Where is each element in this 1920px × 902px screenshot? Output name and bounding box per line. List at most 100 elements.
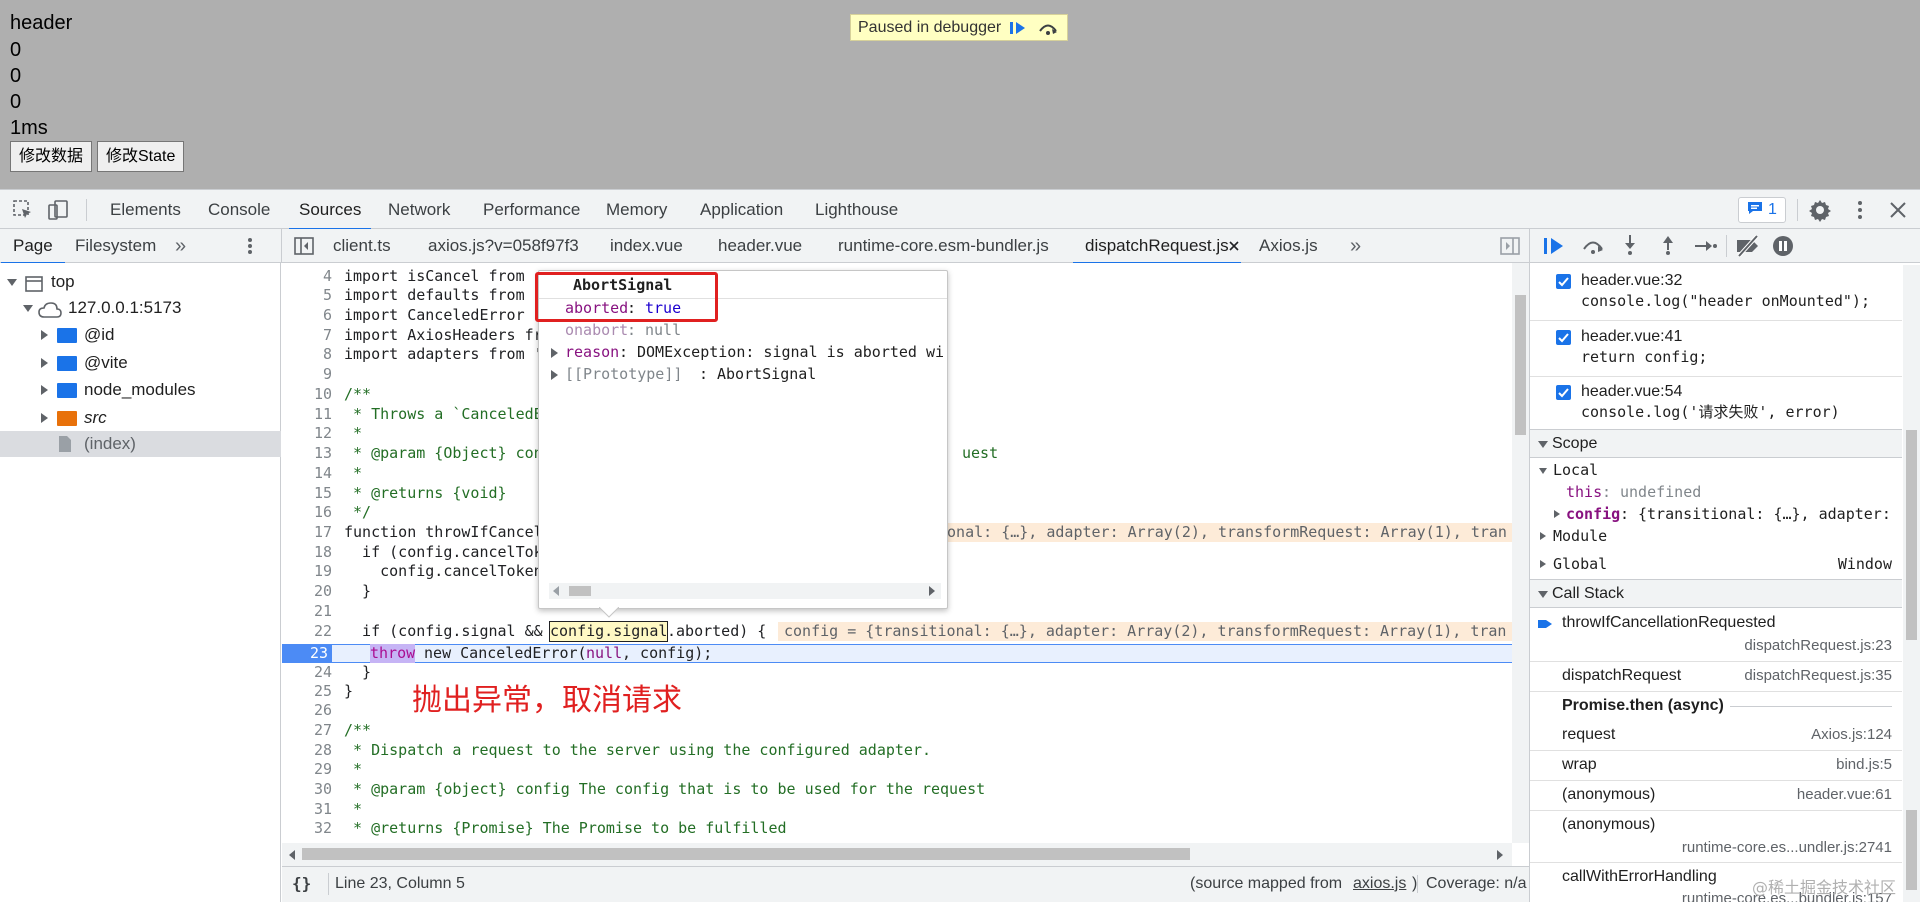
step-over-icon[interactable] xyxy=(1581,236,1605,261)
line-number[interactable]: 7 xyxy=(282,326,332,345)
line-number[interactable]: 16 xyxy=(282,503,332,522)
line-number[interactable]: 4 xyxy=(282,267,332,286)
gear-icon[interactable] xyxy=(1808,198,1832,222)
editor-tab-index-vue[interactable]: index.vue xyxy=(610,229,683,263)
tab-memory[interactable]: Memory xyxy=(606,190,667,229)
nav-tab-page[interactable]: Page xyxy=(1,229,65,264)
line-number[interactable]: 20 xyxy=(282,582,332,601)
scroll-left-icon[interactable] xyxy=(553,586,559,596)
tab-network[interactable]: Network xyxy=(388,190,450,229)
tab-performance[interactable]: Performance xyxy=(483,190,580,229)
line-number[interactable]: 11 xyxy=(282,405,332,424)
editor-tab-header-vue[interactable]: header.vue xyxy=(718,229,802,263)
more-options-icon[interactable] xyxy=(1848,198,1872,222)
line-number[interactable]: 19 xyxy=(282,562,332,581)
issues-counter[interactable]: 1 xyxy=(1738,197,1786,223)
tree-item-file-selected[interactable]: (index) xyxy=(0,431,281,457)
call-frame[interactable]: (anonymous) runtime-core.es...undler.js:… xyxy=(1530,811,1902,863)
line-number[interactable]: 22 xyxy=(282,622,332,641)
line-number[interactable]: 9 xyxy=(282,365,332,384)
line-number[interactable]: 10 xyxy=(282,385,332,404)
call-frame[interactable]: request Axios.js:124 xyxy=(1530,721,1902,751)
scroll-left-icon[interactable] xyxy=(288,850,296,860)
scrollbar-thumb[interactable] xyxy=(1906,810,1917,890)
line-number[interactable]: 28 xyxy=(282,741,332,760)
toggle-debugger-icon[interactable] xyxy=(1500,237,1520,260)
tab-application[interactable]: Application xyxy=(700,190,783,229)
breakpoint-item[interactable]: header.vue:41 return config; xyxy=(1530,321,1902,377)
pretty-print-button[interactable]: {} xyxy=(292,874,311,893)
call-frame[interactable]: dispatchRequest dispatchRequest.js:35 xyxy=(1530,662,1902,692)
close-icon[interactable] xyxy=(1886,198,1910,222)
line-number-breakpoint[interactable]: 23 xyxy=(282,644,332,663)
line-number[interactable]: 27 xyxy=(282,721,332,740)
line-number[interactable]: 29 xyxy=(282,760,332,779)
breakpoint-item[interactable]: header.vue:32 console.log("header onMoun… xyxy=(1530,265,1902,321)
line-number[interactable]: 8 xyxy=(282,345,332,364)
scope-global-row[interactable]: Global Window xyxy=(1530,552,1902,577)
call-frame-active[interactable]: throwIfCancellationRequested dispatchReq… xyxy=(1530,608,1902,662)
line-number[interactable]: 18 xyxy=(282,543,332,562)
step-into-icon[interactable] xyxy=(1620,234,1640,261)
line-number[interactable]: 13 xyxy=(282,444,332,463)
tree-item-folder[interactable]: node_modules xyxy=(0,377,281,403)
prop-key[interactable]: [[Prototype]] xyxy=(565,364,682,385)
editor-tab-axios-js[interactable]: axios.js?v=058f97f3 xyxy=(428,229,579,263)
line-number[interactable]: 25 xyxy=(282,682,332,701)
editor-tab-dispatch-request[interactable]: dispatchRequest.js xyxy=(1073,229,1241,264)
popover-scrollbar[interactable] xyxy=(549,583,941,599)
scroll-right-icon[interactable] xyxy=(929,586,935,596)
line-number[interactable]: 6 xyxy=(282,306,332,325)
resume-icon[interactable] xyxy=(1543,236,1565,261)
breakpoint-checkbox[interactable] xyxy=(1556,330,1571,345)
close-tab-icon[interactable] xyxy=(1227,237,1241,260)
line-number[interactable]: 14 xyxy=(282,464,332,483)
navigator-menu-icon[interactable] xyxy=(246,236,254,261)
call-frame[interactable]: (anonymous) header.vue:61 xyxy=(1530,781,1902,811)
line-number[interactable]: 17 xyxy=(282,523,332,542)
tab-elements[interactable]: Elements xyxy=(110,190,181,229)
tree-item-folder[interactable]: @id xyxy=(0,322,281,348)
editor-horizontal-scrollbar[interactable] xyxy=(282,843,1512,866)
scope-var-key[interactable]: config xyxy=(1566,504,1620,525)
line-number[interactable]: 5 xyxy=(282,286,332,305)
scope-module[interactable]: Module xyxy=(1553,526,1607,547)
collapsed-arrow-icon[interactable] xyxy=(1554,510,1560,518)
sidebar-scrollbar[interactable] xyxy=(1903,265,1920,902)
hovered-expression[interactable]: config.signal xyxy=(548,621,669,642)
call-frame[interactable]: wrap bind.js:5 xyxy=(1530,751,1902,781)
editor-tab-axios[interactable]: Axios.js xyxy=(1259,229,1318,263)
modify-data-button[interactable]: 修改数据 xyxy=(10,141,93,172)
tab-sources[interactable]: Sources xyxy=(288,190,372,230)
tree-item-folder[interactable]: @vite xyxy=(0,350,281,376)
line-number[interactable]: 32 xyxy=(282,819,332,838)
prop-key[interactable]: reason xyxy=(565,342,619,363)
expand-arrow-icon[interactable] xyxy=(551,348,558,358)
line-number[interactable]: 12 xyxy=(282,424,332,443)
line-number[interactable]: 26 xyxy=(282,701,332,720)
scroll-right-icon[interactable] xyxy=(1496,850,1504,860)
editor-tab-client-ts[interactable]: client.ts xyxy=(333,229,391,263)
line-number[interactable]: 31 xyxy=(282,800,332,819)
breakpoint-item[interactable]: header.vue:54 console.log('请求失败', error) xyxy=(1530,376,1902,432)
callstack-section-header[interactable]: Call Stack xyxy=(1530,579,1902,608)
collapsed-arrow-icon[interactable] xyxy=(1540,532,1546,540)
nav-more-tabs[interactable]: » xyxy=(175,229,186,263)
source-map-link[interactable]: axios.js xyxy=(1353,875,1406,893)
scope-section-header[interactable]: Scope xyxy=(1530,429,1902,458)
scrollbar-thumb[interactable] xyxy=(569,586,591,596)
inspect-element-icon[interactable] xyxy=(11,198,35,222)
tab-lighthouse[interactable]: Lighthouse xyxy=(815,190,898,229)
resume-icon[interactable] xyxy=(1005,15,1031,40)
step-icon[interactable] xyxy=(1694,236,1718,261)
scope-local[interactable]: Local xyxy=(1553,460,1598,481)
device-toolbar-icon[interactable] xyxy=(46,198,70,222)
scrollbar-thumb[interactable] xyxy=(302,848,1190,860)
line-number[interactable]: 30 xyxy=(282,780,332,799)
editor-vertical-scrollbar[interactable] xyxy=(1512,263,1529,843)
line-number[interactable]: 24 xyxy=(282,663,332,682)
tree-item-folder[interactable]: src xyxy=(0,405,281,431)
tree-item-top[interactable]: top xyxy=(0,269,281,295)
pause-on-exceptions-icon[interactable] xyxy=(1772,235,1794,262)
breakpoint-checkbox[interactable] xyxy=(1556,274,1571,289)
